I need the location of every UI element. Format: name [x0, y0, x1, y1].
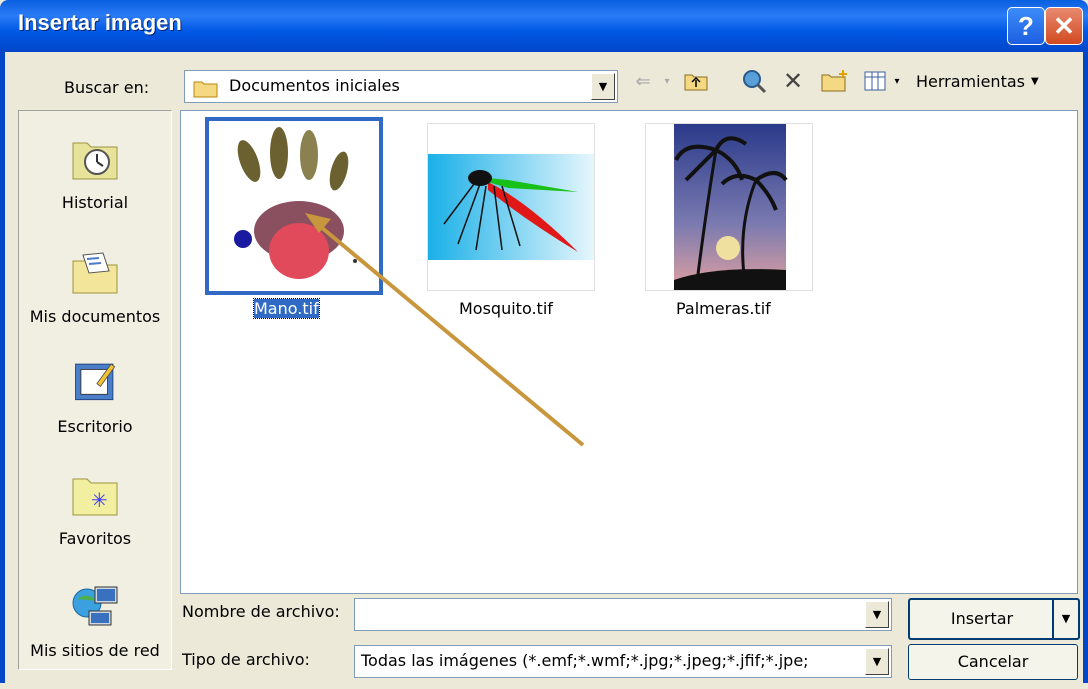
- place-history[interactable]: Historial: [19, 131, 171, 241]
- title-bar: Insertar imagen ? ✕: [0, 0, 1088, 52]
- help-button[interactable]: ?: [1007, 7, 1045, 45]
- place-label: Escritorio: [57, 417, 133, 436]
- my-documents-icon: [72, 252, 118, 294]
- place-favorites[interactable]: ✳ Favoritos: [19, 467, 171, 577]
- insert-dropdown-button[interactable]: ▼: [1052, 598, 1080, 640]
- window-title: Insertar imagen: [18, 10, 182, 35]
- close-button[interactable]: ✕: [1045, 7, 1083, 45]
- chevron-down-icon[interactable]: ▼: [591, 73, 615, 100]
- desktop-icon: [75, 363, 116, 401]
- place-network[interactable]: Mis sitios de red: [19, 579, 171, 689]
- lookin-label: Buscar en:: [64, 78, 150, 97]
- filetype-label: Tipo de archivo:: [182, 650, 310, 669]
- tools-label: Herramientas: [916, 71, 1025, 91]
- views-dropdown-icon[interactable]: ▾: [890, 66, 904, 96]
- annotation-arrow: [305, 213, 585, 447]
- svg-text:✳: ✳: [91, 488, 108, 512]
- filename-label: Nombre de archivo:: [182, 602, 340, 621]
- search-web-icon[interactable]: [738, 66, 770, 96]
- chevron-down-icon[interactable]: ▼: [865, 601, 889, 628]
- folder-icon: [193, 81, 218, 98]
- place-desktop[interactable]: Escritorio: [19, 355, 171, 465]
- up-folder-icon[interactable]: [680, 66, 712, 96]
- filetype-select[interactable]: Todas las imágenes (*.emf;*.wmf;*.jpg;*.…: [354, 645, 892, 678]
- chevron-down-icon[interactable]: ▼: [865, 648, 889, 675]
- cancel-button[interactable]: Cancelar: [908, 644, 1078, 680]
- back-icon[interactable]: ⇐: [628, 66, 658, 96]
- favorites-icon: ✳: [72, 478, 118, 516]
- lookin-value: Documentos iniciales: [229, 76, 400, 95]
- cancel-label: Cancelar: [957, 652, 1029, 671]
- place-label: Mis sitios de red: [30, 641, 160, 660]
- window-frame-right: [1083, 52, 1088, 683]
- place-label: Favoritos: [58, 529, 132, 548]
- history-icon: [72, 142, 118, 180]
- tools-menu[interactable]: Herramientas ▼: [916, 66, 1056, 96]
- insert-button[interactable]: Insertar: [908, 598, 1054, 640]
- delete-icon[interactable]: ✕: [778, 66, 808, 96]
- back-dropdown-icon[interactable]: ▾: [660, 66, 674, 96]
- insert-label: Insertar: [950, 609, 1014, 628]
- place-my-documents[interactable]: Mis documentos: [19, 245, 171, 355]
- new-folder-icon[interactable]: [818, 66, 852, 96]
- file-list: Mano.tif Mosquito.tif Palmeras.tif: [180, 110, 1078, 594]
- filetype-value: Todas las imágenes (*.emf;*.wmf;*.jpg;*.…: [361, 651, 809, 670]
- tools-dropdown-icon: ▼: [1030, 75, 1039, 87]
- chevron-down-icon: ▼: [1061, 612, 1071, 625]
- network-places-icon: [72, 586, 118, 626]
- window-frame-left: [0, 52, 5, 683]
- views-icon[interactable]: [860, 66, 890, 96]
- places-bar: Historial Mis documentos Escritorio ✳ Fa…: [18, 110, 172, 670]
- lookin-combo[interactable]: Documentos iniciales ▼: [184, 70, 618, 103]
- place-label: Historial: [61, 193, 129, 212]
- filename-input[interactable]: ▼: [354, 598, 892, 631]
- place-label: Mis documentos: [29, 307, 161, 326]
